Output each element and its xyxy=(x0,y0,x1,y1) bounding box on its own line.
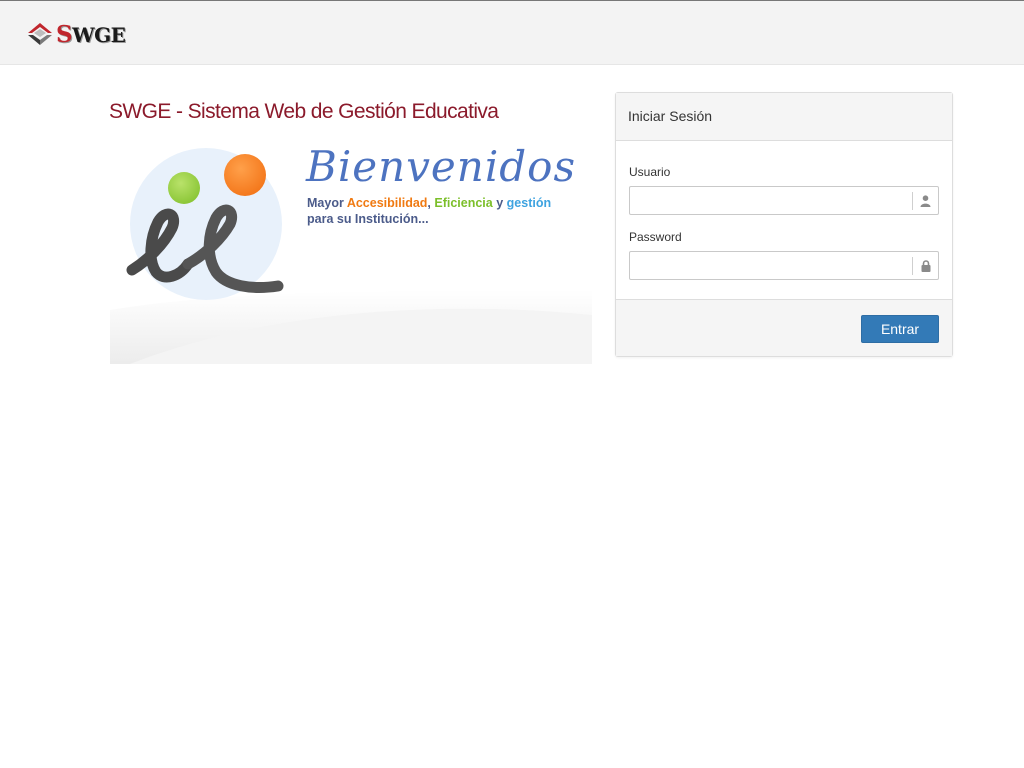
login-panel-heading: Iniciar Sesión xyxy=(616,93,952,141)
welcome-banner: Bienvenidos Mayor Accesibilidad, Eficien… xyxy=(110,140,592,364)
username-input[interactable] xyxy=(630,187,913,214)
username-input-group xyxy=(629,186,939,215)
ee-logo-icon xyxy=(126,204,284,293)
welcome-tagline: Mayor Accesibilidad, Eficiencia y gestió… xyxy=(307,196,552,210)
login-submit-button[interactable]: Entrar xyxy=(861,315,939,343)
password-input[interactable] xyxy=(630,252,913,279)
swge-logo-icon xyxy=(28,23,52,45)
user-icon xyxy=(912,192,938,210)
login-panel: Iniciar Sesión Usuario Password Entrar xyxy=(615,92,953,357)
welcome-tagline-line2: para su Institución... xyxy=(307,212,429,226)
welcome-heading: Bienvenidos xyxy=(306,142,576,191)
username-label: Usuario xyxy=(629,165,671,179)
lock-icon xyxy=(912,257,938,275)
top-navbar: SWGE xyxy=(0,0,1024,65)
login-panel-footer: Entrar xyxy=(616,299,952,356)
password-label: Password xyxy=(629,230,682,244)
login-form: Usuario Password xyxy=(616,141,952,299)
page-title: SWGE - Sistema Web de Gestión Educativa xyxy=(109,100,499,123)
brand-name: SWGE xyxy=(56,20,126,48)
password-input-group xyxy=(629,251,939,280)
brand-logo[interactable]: SWGE xyxy=(26,19,126,49)
orange-dot-icon xyxy=(224,154,266,196)
